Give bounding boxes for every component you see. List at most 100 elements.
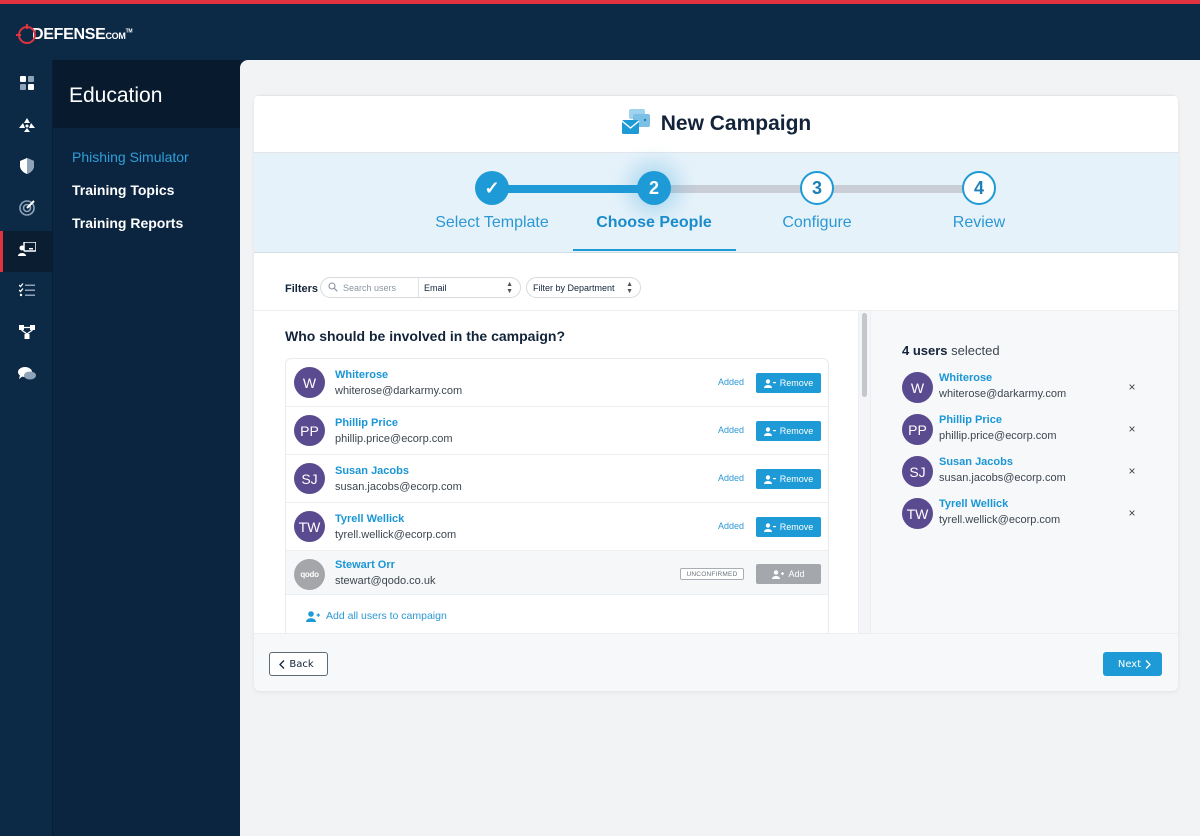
- rail-item-threats[interactable]: [0, 107, 53, 148]
- education-presenter-icon: [17, 241, 37, 261]
- filters-label: Filters: [285, 283, 319, 295]
- user-minus-icon: [763, 474, 776, 484]
- search-icon: [328, 281, 338, 294]
- subnav-item-training-topics[interactable]: Training Topics: [53, 174, 240, 207]
- network-nodes-icon: [18, 325, 35, 344]
- icon-rail: [0, 60, 53, 836]
- close-icon[interactable]: ×: [1124, 463, 1140, 479]
- back-button[interactable]: Back: [269, 652, 328, 676]
- step-connector-complete: [492, 185, 654, 193]
- select-arrows-icon: ▲ ▼: [626, 280, 633, 295]
- next-button[interactable]: Next: [1103, 652, 1162, 676]
- add-all-row: Add all users to campaign: [286, 595, 828, 637]
- scrollbar-thumb[interactable]: [862, 313, 867, 397]
- education-subnav: Education Phishing Simulator Training To…: [53, 60, 240, 836]
- remove-user-button[interactable]: Remove: [756, 517, 821, 537]
- user-email: whiterose@darkarmy.com: [335, 385, 463, 397]
- user-name[interactable]: Phillip Price: [939, 414, 1002, 426]
- wizard-header: New Campaign: [254, 95, 1178, 153]
- avatar: PP: [294, 415, 325, 446]
- user-plus-icon: [306, 610, 320, 622]
- user-minus-icon: [763, 522, 776, 532]
- chat-bubbles-icon: [17, 366, 36, 386]
- radiation-icon: [18, 118, 35, 137]
- page-title: New Campaign: [660, 112, 812, 135]
- add-all-label: Add all users to campaign: [326, 610, 447, 622]
- department-filter-select[interactable]: Filter by Department ▲ ▼: [526, 277, 641, 298]
- remove-user-button[interactable]: Remove: [756, 469, 821, 489]
- step-label: Configure: [782, 214, 852, 231]
- defense-logo[interactable]: DEFENSECOMTM: [16, 24, 133, 46]
- user-name[interactable]: Stewart Orr: [335, 559, 395, 571]
- user-email: tyrell.wellick@ecorp.com: [335, 529, 457, 541]
- user-name[interactable]: Tyrell Wellick: [939, 498, 1008, 510]
- select-arrows-icon: ▲ ▼: [506, 280, 513, 295]
- add-all-users-button[interactable]: Add all users to campaign: [298, 603, 455, 629]
- rail-item-tasks[interactable]: [0, 272, 53, 313]
- step-label: Choose People: [596, 214, 712, 231]
- wizard-footer: Back Next: [254, 633, 1178, 691]
- selected-user-item: W Whiterose whiterose@darkarmy.com ×: [902, 369, 1152, 409]
- user-name[interactable]: Phillip Price: [335, 417, 398, 429]
- dashboard-grid-icon: [19, 76, 34, 95]
- remove-user-button[interactable]: Remove: [756, 373, 821, 393]
- selected-count: 4 users selected: [902, 343, 1000, 358]
- add-user-button[interactable]: Add: [756, 564, 821, 584]
- rail-item-education[interactable]: [0, 231, 53, 272]
- avatar: SJ: [294, 463, 325, 494]
- subnav-item-phishing-simulator[interactable]: Phishing Simulator: [53, 141, 240, 174]
- user-name[interactable]: Susan Jacobs: [335, 465, 409, 477]
- wizard-stepper: ✓ Select Template 2 Choose People 3 Conf…: [254, 153, 1178, 253]
- user-row: PP Phillip Price phillip.price@ecorp.com…: [286, 407, 828, 455]
- chevron-left-icon: [279, 659, 285, 669]
- status-added: Added: [718, 521, 745, 531]
- people-list-scrollbar[interactable]: [858, 311, 870, 633]
- checklist-icon: [18, 283, 35, 302]
- user-minus-icon: [763, 426, 776, 436]
- search-field-select[interactable]: Email ▲ ▼: [419, 278, 520, 297]
- status-added: Added: [718, 425, 745, 435]
- close-icon[interactable]: ×: [1124, 379, 1140, 395]
- step-label: Review: [952, 214, 1006, 231]
- user-row: W Whiterose whiterose@darkarmy.com Added…: [286, 359, 828, 407]
- close-icon[interactable]: ×: [1124, 505, 1140, 521]
- rail-item-messages[interactable]: [0, 355, 53, 396]
- rail-item-security[interactable]: [0, 148, 53, 189]
- subnav-item-training-reports[interactable]: Training Reports: [53, 207, 240, 240]
- status-added: Added: [718, 473, 745, 483]
- campaign-envelope-icon: [621, 108, 651, 140]
- new-campaign-wizard: New Campaign ✓ Select Template 2 Choose …: [254, 95, 1178, 691]
- user-row: TW Tyrell Wellick tyrell.wellick@ecorp.c…: [286, 503, 828, 551]
- user-email: whiterose@darkarmy.com: [939, 388, 1067, 400]
- close-icon[interactable]: ×: [1124, 421, 1140, 437]
- avatar: TW: [902, 498, 933, 529]
- crosshair-logo-icon: [16, 24, 38, 46]
- main-content: New Campaign ✓ Select Template 2 Choose …: [240, 60, 1200, 836]
- user-name[interactable]: Whiterose: [939, 372, 992, 384]
- remove-user-button[interactable]: Remove: [756, 421, 821, 441]
- user-name[interactable]: Whiterose: [335, 369, 388, 381]
- step-number: 4: [962, 171, 996, 205]
- step-number: 3: [800, 171, 834, 205]
- selected-user-item: PP Phillip Price phillip.price@ecorp.com…: [902, 411, 1152, 451]
- unconfirmed-badge: UNCONFIRMED: [680, 568, 744, 580]
- user-name[interactable]: Tyrell Wellick: [335, 513, 404, 525]
- selected-user-item: TW Tyrell Wellick tyrell.wellick@ecorp.c…: [902, 495, 1152, 535]
- people-picker-pane: Who should be involved in the campaign? …: [254, 311, 858, 638]
- radar-icon: [18, 200, 35, 221]
- search-placeholder: Search users: [343, 282, 397, 293]
- rail-item-network[interactable]: [0, 314, 53, 355]
- rail-item-dashboard[interactable]: [0, 65, 53, 106]
- check-icon: ✓: [475, 171, 509, 205]
- rail-item-scanning[interactable]: [0, 190, 53, 231]
- shield-icon: [19, 158, 34, 179]
- people-question: Who should be involved in the campaign?: [285, 328, 566, 344]
- active-step-underline: [573, 249, 736, 251]
- selected-user-item: SJ Susan Jacobs susan.jacobs@ecorp.com ×: [902, 453, 1152, 493]
- user-email: tyrell.wellick@ecorp.com: [939, 514, 1061, 526]
- user-name[interactable]: Susan Jacobs: [939, 456, 1013, 468]
- search-input[interactable]: Search users: [321, 278, 419, 297]
- top-bar: DEFENSECOMTM: [0, 4, 1200, 60]
- status-added: Added: [718, 377, 745, 387]
- user-email: susan.jacobs@ecorp.com: [939, 472, 1066, 484]
